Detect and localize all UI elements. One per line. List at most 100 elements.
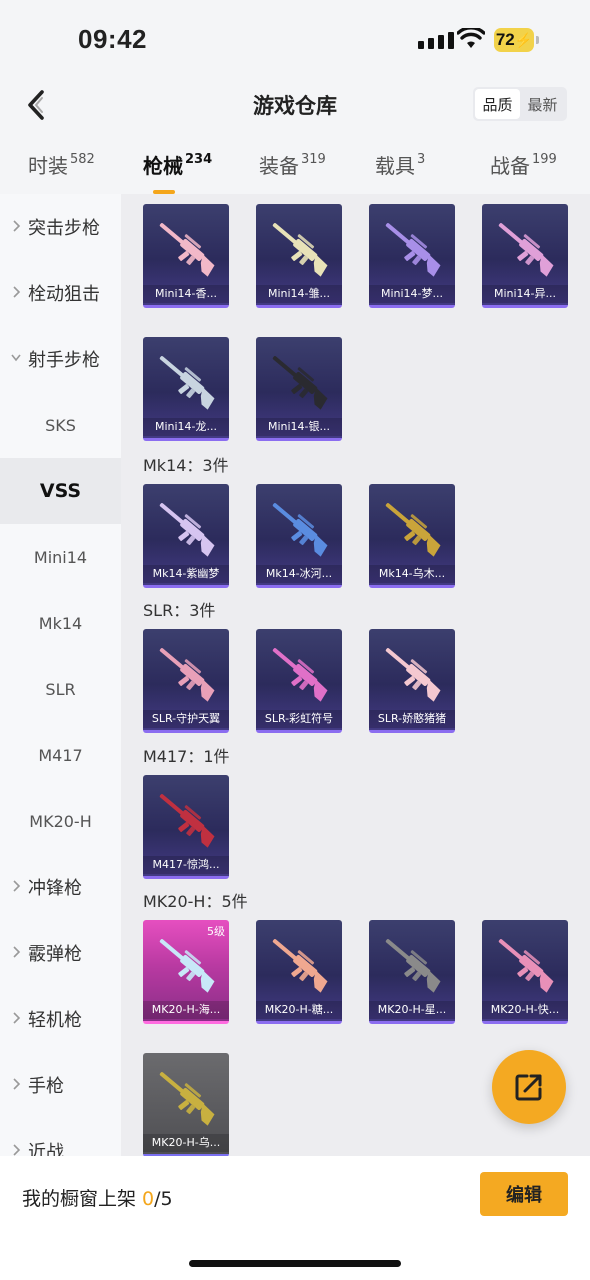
tab-count: 582 [70, 152, 95, 167]
rifle-icon [159, 1072, 215, 1126]
chevron-right-icon [13, 1078, 21, 1090]
weapon-skin-card[interactable]: Mini14-异... [482, 204, 568, 308]
sidebar-item[interactable]: SLR [0, 656, 121, 722]
edit-button[interactable]: 编辑 [480, 1172, 568, 1216]
rifle-icon [498, 223, 554, 277]
rifle-icon [272, 648, 328, 702]
weapon-skin-name: MK20-H-快... [482, 1001, 568, 1019]
tab-vehicles[interactable]: 载具 3 [375, 150, 425, 179]
sidebar-item[interactable]: Mk14 [0, 590, 121, 656]
tab-count: 234 [185, 152, 213, 167]
weapon-skin-name: M417-惊鸿... [143, 856, 229, 874]
weapon-skin-card[interactable]: Mini14-梦... [369, 204, 455, 308]
tab-count: 199 [532, 152, 557, 167]
tab-count: 319 [301, 152, 326, 167]
sidebar-item[interactable]: M417 [0, 722, 121, 788]
weapon-skin-name: SLR-娇憨猪猪 [369, 710, 455, 728]
category-tabs: 时装 582 枪械 234 装备 319 载具 3 战备 199 [0, 140, 590, 194]
sidebar-item[interactable]: 手枪 [0, 1052, 121, 1118]
sidebar-item-label: Mk14 [38, 613, 83, 633]
footer-bar: 我的橱窗上架 0/5 编辑 [0, 1156, 590, 1280]
rifle-icon [385, 939, 441, 993]
weapon-skin-name: Mini14-香... [143, 285, 229, 303]
tab-label: 载具 [375, 154, 415, 178]
tab-equipment[interactable]: 装备 319 [259, 150, 326, 179]
weapon-skin-card[interactable]: MK20-H-快... [482, 920, 568, 1024]
weapon-skin-name: MK20-H-乌... [143, 1134, 229, 1152]
sidebar-item[interactable]: 冲锋枪 [0, 854, 121, 920]
showcase-counter: 我的橱窗上架 0/5 [22, 1184, 173, 1211]
sidebar-item-label: 冲锋枪 [28, 878, 82, 899]
sidebar-item-label: M417 [38, 745, 83, 765]
rifle-icon [159, 794, 215, 848]
rifle-icon [385, 503, 441, 557]
sidebar-item[interactable]: 栓动狙击 [0, 260, 121, 326]
chevron-right-icon [13, 1144, 21, 1156]
sidebar-item[interactable]: 轻机枪 [0, 986, 121, 1052]
tab-label: 装备 [259, 154, 299, 178]
weapon-skin-name: Mini14-异... [482, 285, 568, 303]
weapon-skin-name: Mini14-梦... [369, 285, 455, 303]
weapon-skin-card[interactable]: Mini14-龙... [143, 337, 229, 441]
weapon-skin-card[interactable]: Mk14-紫幽梦 [143, 484, 229, 588]
sidebar-item-label: 近战 [28, 1142, 64, 1156]
weapon-skin-card[interactable]: Mini14-雏... [256, 204, 342, 308]
weapon-skin-card[interactable]: M417-惊鸿... [143, 775, 229, 879]
rifle-icon [159, 503, 215, 557]
weapon-skin-name: MK20-H-星... [369, 1001, 455, 1019]
sidebar-item-label: Mini14 [33, 547, 88, 567]
sidebar-item[interactable]: SKS [0, 392, 121, 458]
weapon-skin-card[interactable]: 5级 MK20-H-海... [143, 920, 229, 1024]
weapon-skin-card[interactable]: MK20-H-乌... [143, 1053, 229, 1157]
sidebar-item-label: 霰弹枪 [28, 944, 82, 965]
weapon-skin-name: Mini14-雏... [256, 285, 342, 303]
weapon-skin-card[interactable]: SLR-娇憨猪猪 [369, 629, 455, 733]
chevron-down-icon [11, 354, 21, 362]
weapon-skin-name: Mini14-龙... [143, 418, 229, 436]
tab-label: 枪械 [143, 154, 183, 178]
sidebar-item[interactable]: MK20-H [0, 788, 121, 854]
rifle-icon [159, 223, 215, 277]
rifle-icon [498, 939, 554, 993]
sort-latest-button[interactable]: 最新 [520, 89, 565, 119]
sidebar-item[interactable]: Mini14 [0, 524, 121, 590]
tab-weapons[interactable]: 枪械 234 [143, 150, 213, 194]
sidebar-item-label: VSS [39, 480, 82, 502]
weapon-skin-card[interactable]: MK20-H-星... [369, 920, 455, 1024]
chevron-right-icon [13, 220, 21, 232]
rifle-icon [385, 648, 441, 702]
weapon-skin-card[interactable]: Mini14-银... [256, 337, 342, 441]
weapon-skin-name: Mini14-银... [256, 418, 342, 436]
weapon-skin-card[interactable]: MK20-H-糖... [256, 920, 342, 1024]
status-bar: 09:42 72 ⚡ [0, 0, 590, 76]
share-button[interactable] [492, 1050, 566, 1124]
rifle-icon [272, 223, 328, 277]
weapon-skin-card[interactable]: Mk14-冰河... [256, 484, 342, 588]
weapon-skin-name: MK20-H-糖... [256, 1001, 342, 1019]
sidebar-item-label: MK20-H [29, 811, 92, 831]
nav-bar: 游戏仓库 品质 最新 [0, 76, 590, 134]
sidebar-item[interactable]: VSS [0, 458, 121, 524]
tab-fashion[interactable]: 时装 582 [28, 150, 95, 179]
sidebar-item-label: 轻机枪 [28, 1010, 82, 1031]
sidebar-item[interactable]: 近战 [0, 1118, 121, 1156]
showcase-total: /5 [154, 1188, 173, 1210]
sidebar-item[interactable]: 霰弹枪 [0, 920, 121, 986]
weapon-skin-card[interactable]: SLR-彩虹符号 [256, 629, 342, 733]
cellular-signal-icon [418, 32, 454, 49]
weapon-category-sidebar: 突击步枪栓动狙击射手步枪 SKS VSS Mini14 Mk14 SLR M417 MK20-… [0, 194, 121, 1156]
level-badge: 5级 [207, 925, 225, 938]
sidebar-item-label: 突击步枪 [28, 218, 100, 239]
sidebar-item-label: 射手步枪 [28, 350, 100, 371]
sidebar-item[interactable]: 突击步枪 [0, 194, 121, 260]
sidebar-item[interactable]: 射手步枪 [0, 326, 121, 392]
chevron-right-icon [13, 286, 21, 298]
weapon-skin-card[interactable]: SLR-守护天翼 [143, 629, 229, 733]
weapon-skin-card[interactable]: Mk14-乌木... [369, 484, 455, 588]
battery-icon: 72 ⚡ [494, 28, 539, 52]
weapon-skin-card[interactable]: Mini14-香... [143, 204, 229, 308]
sort-quality-button[interactable]: 品质 [475, 89, 520, 119]
tab-supplies[interactable]: 战备 199 [490, 150, 557, 179]
section-title: M417：1件 [143, 747, 230, 766]
showcase-count: 0 [142, 1188, 155, 1210]
